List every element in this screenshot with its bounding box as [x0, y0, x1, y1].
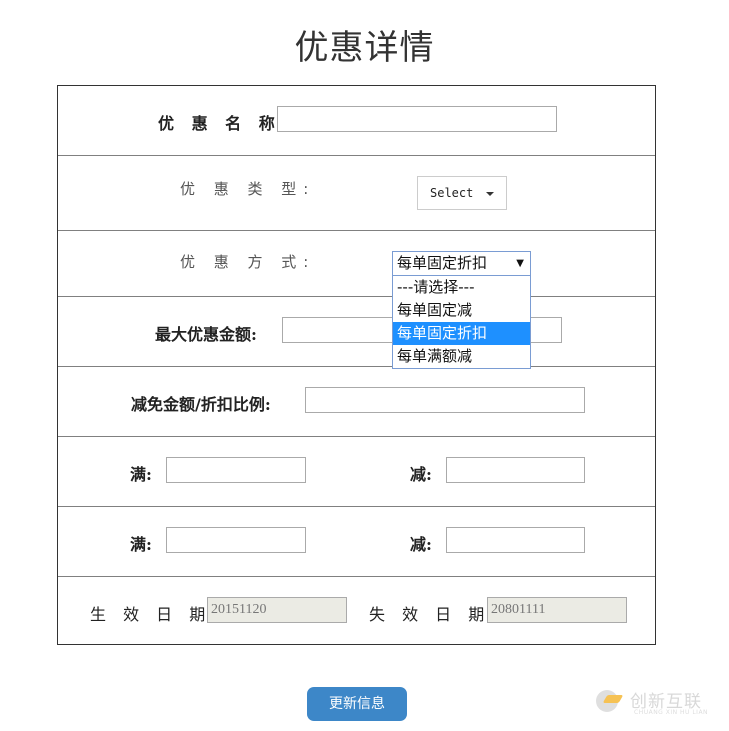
tier-2-full-label: 满:: [130, 535, 152, 554]
brand-logo-icon: [596, 690, 618, 712]
row-max-amount: 最大优惠金额:: [58, 297, 655, 367]
end-date-input[interactable]: 20801111: [487, 597, 627, 623]
tier-1-full-label: 满:: [130, 465, 152, 484]
method-select[interactable]: 每单固定折扣 ▼: [392, 251, 531, 276]
coupon-form: 优 惠 名 称: 优 惠 类 型: Select 优 惠 方 式: 最大优惠金额…: [57, 85, 656, 645]
row-dates: 生 效 日 期: 20151120 失 效 日 期: 20801111: [58, 577, 655, 644]
watermark: 创新互联 CHUANG XIN HU LIAN: [590, 684, 725, 720]
start-date-label: 生 效 日 期:: [90, 605, 223, 624]
name-input[interactable]: [277, 106, 557, 132]
tier-2-full-input[interactable]: [166, 527, 306, 553]
row-name: 优 惠 名 称:: [58, 86, 655, 156]
type-label: 优 惠 类 型:: [180, 180, 316, 198]
row-type: 优 惠 类 型: Select: [58, 156, 655, 231]
row-discount: 减免金额/折扣比例:: [58, 367, 655, 437]
tier-2-minus-input[interactable]: [446, 527, 585, 553]
tier-2-minus-label: 减:: [410, 535, 432, 554]
end-date-label: 失 效 日 期:: [369, 605, 502, 624]
row-method: 优 惠 方 式:: [58, 231, 655, 297]
start-date-input[interactable]: 20151120: [207, 597, 347, 623]
method-option[interactable]: 每单固定减: [393, 299, 530, 322]
row-tier-2: 满: 减:: [58, 507, 655, 577]
caret-down-icon: [486, 192, 494, 196]
row-tier-1: 满: 减:: [58, 437, 655, 507]
discount-label: 减免金额/折扣比例:: [131, 395, 271, 414]
tier-1-minus-input[interactable]: [446, 457, 585, 483]
page-title: 优惠详情: [294, 28, 435, 68]
method-option[interactable]: 每单满额减: [393, 345, 530, 368]
watermark-subtext: CHUANG XIN HU LIAN: [634, 709, 709, 716]
method-option-highlighted[interactable]: 每单固定折扣: [393, 322, 530, 345]
method-option[interactable]: ---请选择---: [393, 276, 530, 299]
name-label: 优 惠 名 称:: [158, 114, 293, 133]
update-info-button[interactable]: 更新信息: [307, 687, 407, 721]
dropdown-arrow-icon: ▼: [516, 258, 524, 269]
method-select-value: 每单固定折扣: [397, 254, 488, 272]
type-select-label: Select: [430, 186, 474, 200]
type-select-button[interactable]: Select: [417, 176, 507, 210]
tier-1-full-input[interactable]: [166, 457, 306, 483]
tier-1-minus-label: 减:: [410, 465, 432, 484]
max-amount-label: 最大优惠金额:: [155, 325, 257, 344]
method-dropdown-list: ---请选择--- 每单固定减 每单固定折扣 每单满额减: [392, 276, 531, 369]
method-label: 优 惠 方 式:: [180, 253, 316, 271]
discount-input[interactable]: [305, 387, 585, 413]
